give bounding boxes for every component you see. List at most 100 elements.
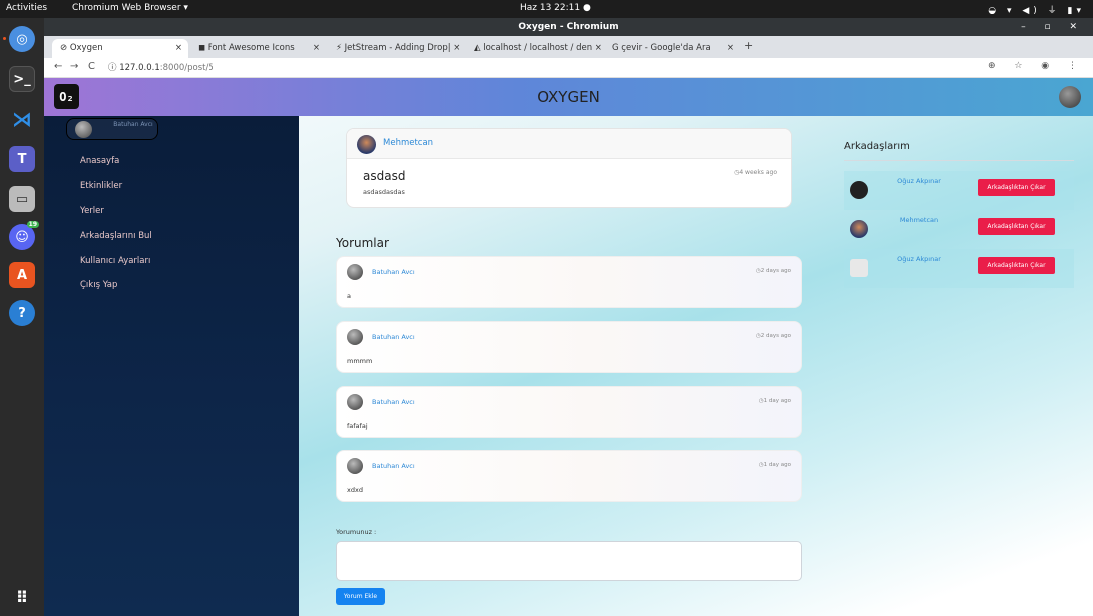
unfriend-button[interactable]: Arkadaşlıktan Çıkar bbox=[978, 218, 1055, 235]
tab-close-icon[interactable]: × bbox=[727, 43, 734, 53]
comment-author-link[interactable]: Batuhan Avcı bbox=[372, 268, 415, 276]
post-header: Mehmetcan bbox=[347, 129, 791, 159]
comment-timestamp: ◷2 days ago bbox=[755, 268, 791, 274]
avatar[interactable] bbox=[850, 259, 868, 277]
page-viewport: OXYGEN O₂ Batuhan Avcı Anasayfa Etkinlik… bbox=[44, 78, 1093, 616]
window-controls[interactable]: – ▫ ✕ bbox=[1021, 18, 1085, 36]
profile-pill[interactable]: Batuhan Avcı bbox=[66, 118, 158, 140]
post-card: Mehmetcan asdasd ◷4 weeks ago asdasdasda… bbox=[346, 128, 792, 208]
friend-row: Mehmetcan Arkadaşlıktan Çıkar bbox=[844, 210, 1074, 249]
friend-name-link[interactable]: Oğuz Akpınar bbox=[884, 255, 954, 263]
page-scrollbar[interactable] bbox=[1087, 78, 1093, 616]
browser-window: Oxygen - Chromium – ▫ ✕ ⊘ Oxygen × ◼ Fon… bbox=[44, 18, 1093, 616]
sidebar-item-places[interactable]: Yerler bbox=[80, 206, 104, 216]
new-tab-button[interactable]: + bbox=[744, 39, 753, 52]
files-icon[interactable]: ▭ bbox=[9, 186, 35, 212]
friend-name-link[interactable]: Mehmetcan bbox=[884, 216, 954, 224]
post-title: asdasd bbox=[363, 169, 406, 183]
comment-card: Batuhan Avcı ◷1 day ago xdxd bbox=[336, 450, 802, 502]
divider bbox=[844, 160, 1074, 161]
sidebar-item-user-settings[interactable]: Kullanıcı Ayarları bbox=[80, 256, 150, 266]
comment-text: a bbox=[347, 292, 351, 300]
sidebar-item-events[interactable]: Etkinlikler bbox=[80, 181, 122, 191]
sidebar-item-logout[interactable]: Çıkış Yap bbox=[80, 280, 117, 290]
tab-close-icon[interactable]: × bbox=[313, 43, 320, 53]
comment-timestamp: ◷1 day ago bbox=[758, 398, 791, 404]
avatar[interactable] bbox=[850, 220, 868, 238]
avatar[interactable] bbox=[850, 181, 868, 199]
terminal-icon[interactable]: >_ bbox=[9, 66, 35, 92]
discord-icon[interactable]: ☺ 19 bbox=[9, 221, 39, 250]
comment-card: Batuhan Avcı ◷2 days ago a bbox=[336, 256, 802, 308]
post-timestamp: ◷4 weeks ago bbox=[734, 169, 777, 176]
tab-font-awesome[interactable]: ◼ Font Awesome Icons × bbox=[190, 39, 326, 58]
unfriend-button[interactable]: Arkadaşlıktan Çıkar bbox=[978, 257, 1055, 274]
app-header: OXYGEN O₂ bbox=[44, 78, 1093, 116]
tab-label: ◭ localhost / localhost / den × bbox=[474, 43, 602, 53]
comment-text: fafafaj bbox=[347, 422, 368, 430]
teams-icon[interactable]: T bbox=[9, 146, 35, 172]
reload-button[interactable]: C bbox=[88, 61, 95, 72]
sidebar-item-find-friends[interactable]: Arkadaşlarını Bul bbox=[80, 231, 152, 241]
app-grid-icon[interactable]: ⠿ bbox=[9, 584, 35, 610]
friend-row: Oğuz Akpınar Arkadaşlıktan Çıkar bbox=[844, 249, 1074, 288]
dock: ◎ >_ ⋊ T ▭ ☺ 19 A ? ⠿ bbox=[0, 18, 44, 616]
tab-jetstream[interactable]: ⚡ JetStream - Adding Drop| × bbox=[328, 39, 464, 58]
forward-button[interactable]: → bbox=[70, 61, 78, 72]
friend-row: Oğuz Akpınar Arkadaşlıktan Çıkar bbox=[844, 171, 1074, 210]
sidebar-item-home[interactable]: Anasayfa bbox=[80, 156, 119, 166]
gnome-top-bar: Activities Chromium Web Browser ▾ Haz 13… bbox=[0, 0, 1093, 18]
sidebar: Batuhan Avcı Anasayfa Etkinlikler Yerler… bbox=[44, 116, 299, 616]
tab-label: ⚡ JetStream - Adding Drop| × bbox=[336, 43, 461, 53]
comment-timestamp: ◷1 day ago bbox=[758, 462, 791, 468]
tab-label: ⊘ Oxygen bbox=[60, 43, 103, 53]
tab-google-search[interactable]: G çevir - Google'da Ara × bbox=[604, 39, 740, 58]
logo[interactable]: O₂ bbox=[54, 84, 79, 109]
app-menu[interactable]: Chromium Web Browser ▾ bbox=[72, 3, 188, 13]
header-avatar[interactable] bbox=[1059, 86, 1081, 108]
post-author-link[interactable]: Mehmetcan bbox=[383, 138, 433, 148]
comments-heading: Yorumlar bbox=[336, 236, 389, 250]
avatar[interactable] bbox=[357, 135, 376, 154]
tab-close-icon[interactable]: × bbox=[175, 43, 182, 53]
toolbar-actions[interactable]: ⊕ ☆ ◉ ⋮ bbox=[988, 61, 1085, 71]
avatar[interactable] bbox=[347, 458, 363, 474]
avatar bbox=[75, 121, 92, 138]
software-icon[interactable]: A bbox=[9, 262, 35, 288]
friend-name-link[interactable]: Oğuz Akpınar bbox=[884, 177, 954, 185]
activities-button[interactable]: Activities bbox=[6, 3, 47, 13]
comment-field-label: Yorumunuz : bbox=[336, 528, 377, 536]
url-host: ⓘ 127.0.0.1 bbox=[108, 63, 160, 73]
avatar[interactable] bbox=[347, 394, 363, 410]
brand-title: OXYGEN bbox=[537, 88, 600, 106]
url-path: :8000/post/5 bbox=[159, 63, 214, 73]
add-comment-button[interactable]: Yorum Ekle bbox=[336, 588, 385, 605]
comment-author-link[interactable]: Batuhan Avcı bbox=[372, 462, 415, 470]
browser-toolbar: ← → C ⓘ 127.0.0.1:8000/post/5 ⊕ ☆ ◉ ⋮ bbox=[44, 58, 1093, 78]
unfriend-button[interactable]: Arkadaşlıktan Çıkar bbox=[978, 179, 1055, 196]
comment-text: mmmm bbox=[347, 357, 373, 365]
tab-oxygen[interactable]: ⊘ Oxygen × bbox=[52, 39, 188, 58]
post-body: asdasdasdas bbox=[363, 188, 405, 196]
avatar[interactable] bbox=[347, 264, 363, 280]
window-titlebar: Oxygen - Chromium – ▫ ✕ bbox=[44, 18, 1093, 36]
comment-text: xdxd bbox=[347, 486, 363, 494]
avatar[interactable] bbox=[347, 329, 363, 345]
friends-heading: Arkadaşlarım bbox=[844, 141, 910, 152]
tab-label: ◼ Font Awesome Icons bbox=[198, 43, 295, 53]
system-tray[interactable]: ◒ ▾ ◀) ⏚ ▮▾ bbox=[988, 3, 1085, 16]
window-title: Oxygen - Chromium bbox=[518, 22, 619, 32]
help-icon[interactable]: ? bbox=[9, 300, 35, 326]
address-bar[interactable]: ⓘ 127.0.0.1:8000/post/5 bbox=[108, 61, 214, 73]
discord-badge: 19 bbox=[26, 221, 39, 228]
comment-textarea[interactable] bbox=[336, 541, 802, 581]
comment-card: Batuhan Avcı ◷1 day ago fafafaj bbox=[336, 386, 802, 438]
comment-author-link[interactable]: Batuhan Avcı bbox=[372, 333, 415, 341]
tab-localhost[interactable]: ◭ localhost / localhost / den × bbox=[466, 39, 602, 58]
vscode-icon[interactable]: ⋊ bbox=[9, 106, 35, 132]
comment-author-link[interactable]: Batuhan Avcı bbox=[372, 398, 415, 406]
chromium-icon[interactable]: ◎ bbox=[9, 26, 35, 52]
back-button[interactable]: ← bbox=[54, 61, 62, 72]
clock[interactable]: Haz 13 22:11 ● bbox=[520, 3, 591, 13]
comment-card: Batuhan Avcı ◷2 days ago mmmm bbox=[336, 321, 802, 373]
